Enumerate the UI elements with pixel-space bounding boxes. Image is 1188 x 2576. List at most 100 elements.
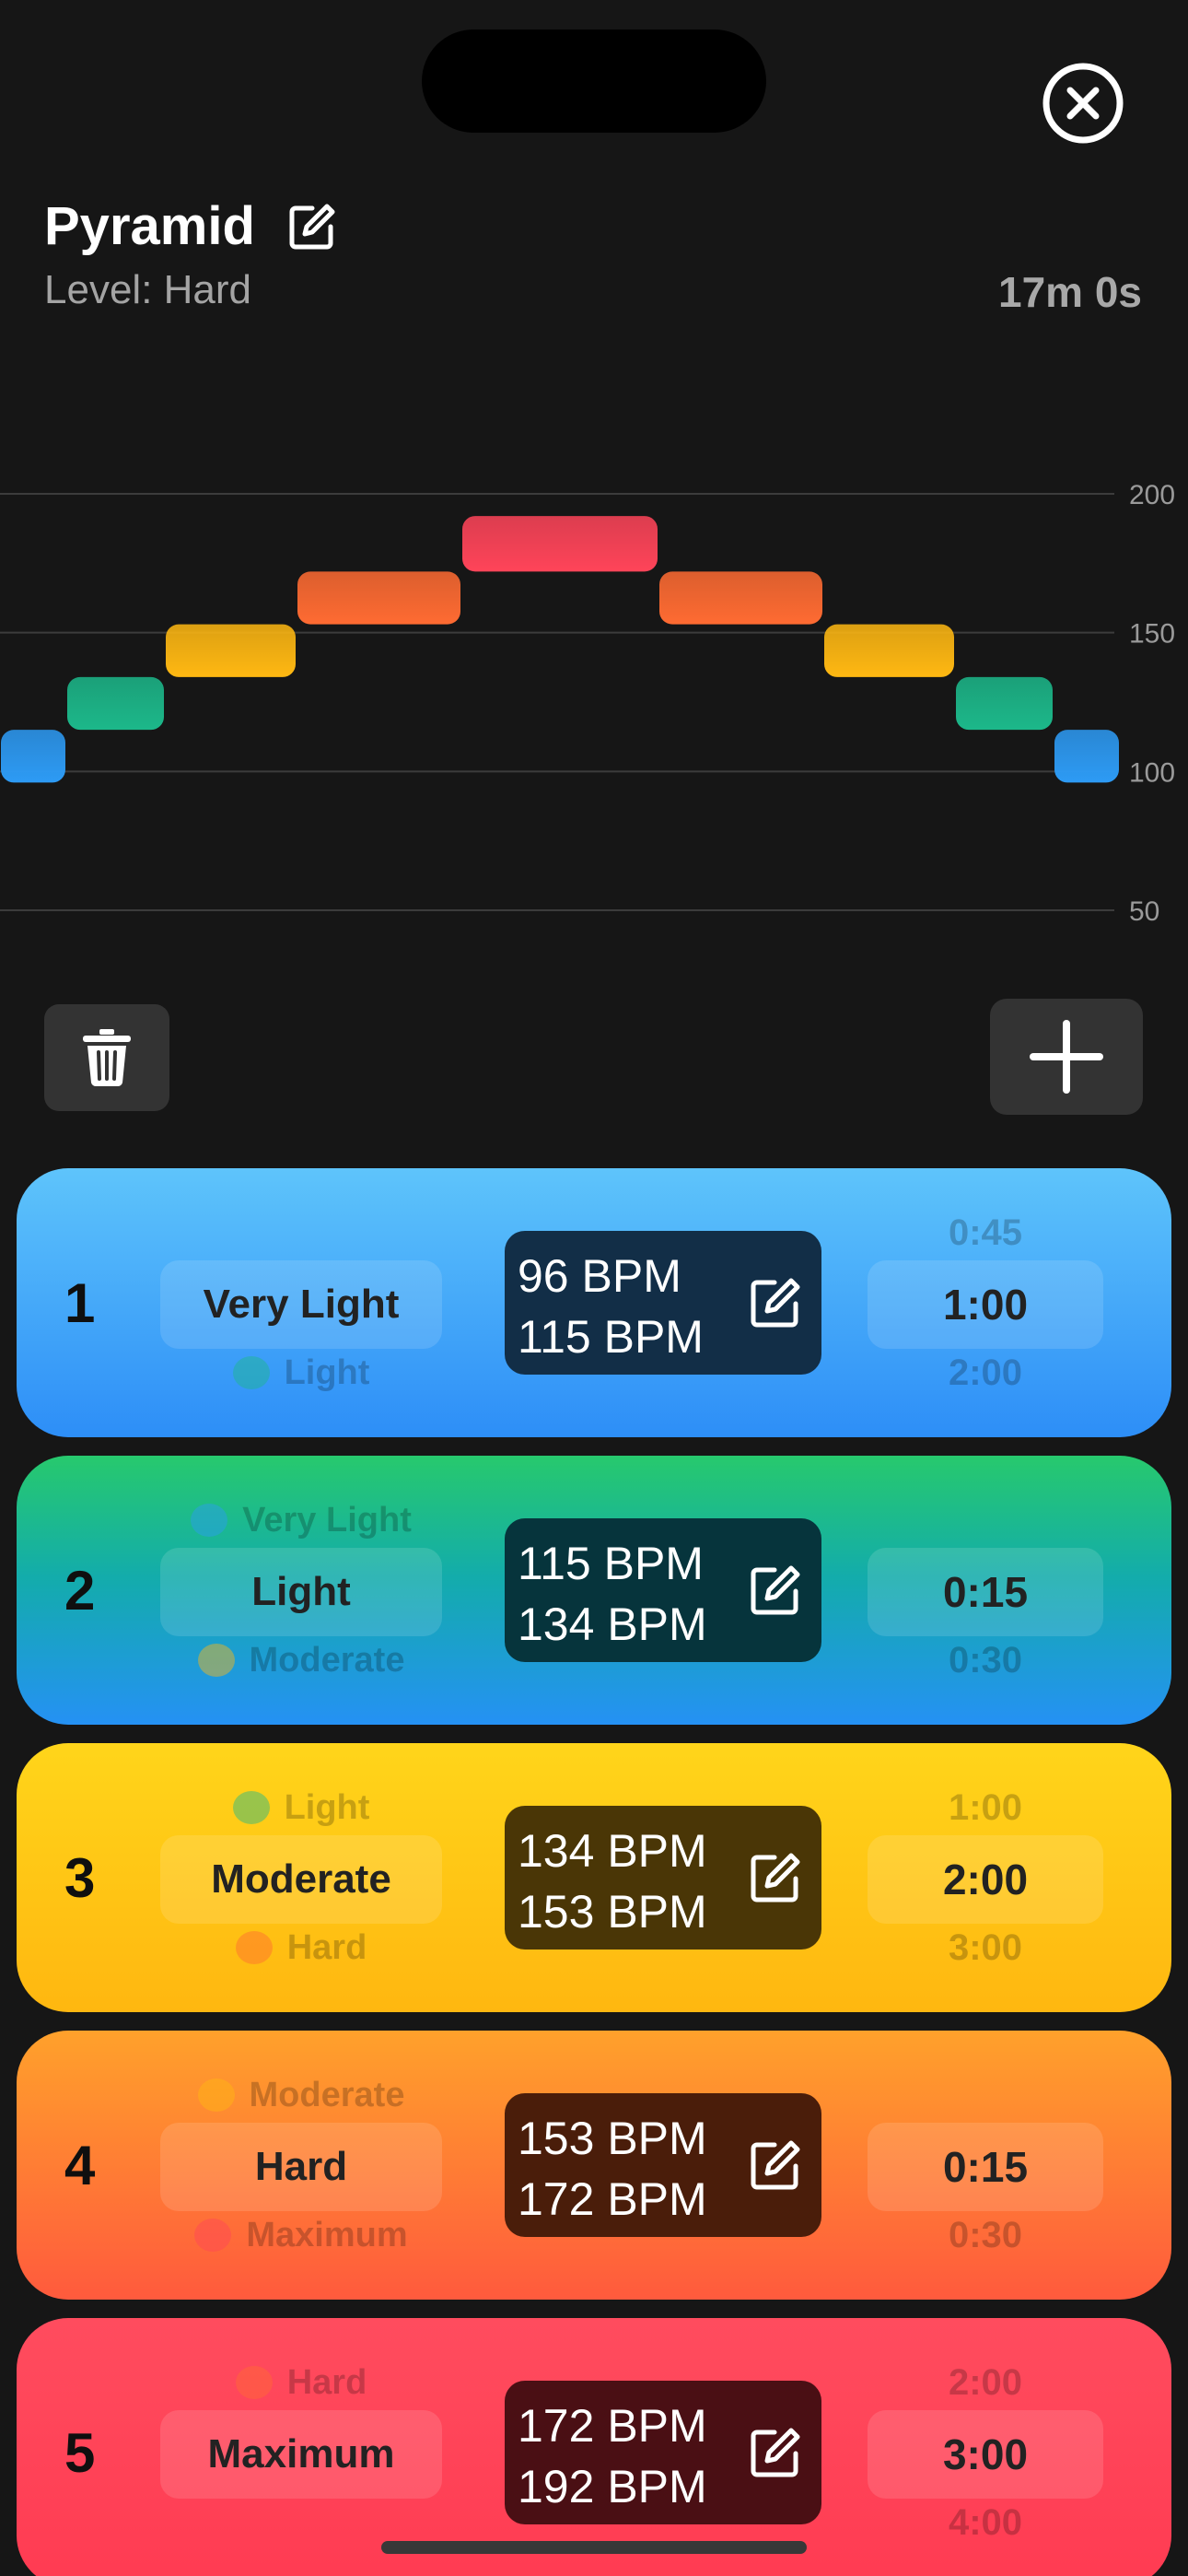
time-selected: 3:00: [942, 2430, 1029, 2478]
bpm-high: 153 BPM: [518, 1886, 707, 1938]
zone-option-label: Very Light: [242, 1500, 412, 1540]
bpm-range-button[interactable]: 172 BPM 192 BPM: [505, 2381, 821, 2524]
chart-y-tick-label: 200: [1129, 480, 1175, 510]
trash-icon: [83, 1029, 131, 1087]
edit-bpm-icon: [751, 1278, 800, 1328]
interval-number: 3: [64, 1846, 96, 1909]
zone-dot-icon: [197, 1644, 235, 1677]
edit-bpm-icon: [751, 1565, 800, 1615]
zone-option-above[interactable]: Light: [160, 1780, 442, 1835]
zone-dot-icon: [232, 1791, 270, 1824]
bpm-low: 115 BPM: [518, 1538, 704, 1589]
bpm-range-button[interactable]: 96 BPM 115 BPM: [505, 1231, 821, 1375]
time-option-above[interactable]: 0:45: [868, 1205, 1103, 1260]
plus-icon: [1030, 1020, 1103, 1094]
time-selected: 0:15: [942, 1568, 1029, 1616]
bpm-range-button[interactable]: 115 BPM 134 BPM: [505, 1518, 821, 1662]
interval-number: 4: [64, 2134, 96, 2196]
heart-rate-zone-chart: 200 150 100 50: [0, 480, 1175, 927]
interval-card[interactable]: 1 Very Light Light 96 BPM 115 BPM 0:45 1…: [17, 1168, 1171, 1437]
chart-y-tick-label: 100: [1129, 757, 1175, 788]
interval-number: 2: [64, 1559, 96, 1622]
zone-selected: Very Light: [203, 1282, 400, 1327]
bpm-range: 115 BPM 134 BPM: [518, 1533, 707, 1655]
interval-card[interactable]: 3 Light Moderate Hard 134 BPM 153 BPM 1:…: [17, 1743, 1171, 2012]
close-icon: [1042, 63, 1124, 144]
bpm-range: 134 BPM 153 BPM: [518, 1821, 707, 1942]
time-selected: 0:15: [942, 2143, 1029, 2191]
zone-option-above[interactable]: Moderate: [160, 2067, 442, 2123]
zone-option-label: Light: [284, 1352, 370, 1392]
time-selected: 2:00: [942, 1856, 1029, 1903]
time-option-below[interactable]: 4:00: [868, 2495, 1103, 2550]
bpm-range-button[interactable]: 153 BPM 172 BPM: [505, 2093, 821, 2237]
bpm-range: 153 BPM 172 BPM: [518, 2108, 707, 2230]
bpm-high: 192 BPM: [518, 2461, 707, 2512]
edit-title-icon[interactable]: [286, 201, 338, 252]
zone-selected: Hard: [254, 2144, 348, 2189]
zone-option-below[interactable]: Hard: [160, 1920, 442, 1975]
chart-bar-light: [956, 676, 1053, 731]
edit-bpm-icon: [751, 2428, 800, 2477]
interval-card[interactable]: 5 Hard Maximum 172 BPM 192 BPM 2:00 3:00…: [17, 2318, 1171, 2576]
chart-bar-moderate: [824, 624, 954, 677]
bpm-high: 134 BPM: [518, 1598, 707, 1650]
zone-dot-icon: [235, 1931, 273, 1964]
workout-title: Pyramid: [44, 196, 255, 256]
zone-option-below[interactable]: Moderate: [160, 1633, 442, 1688]
chart-bar-maximum: [462, 516, 658, 572]
chart-bar-very-light: [1054, 730, 1119, 783]
zone-option-below[interactable]: Light: [160, 1345, 442, 1400]
zone-selected: Maximum: [207, 2431, 395, 2476]
chart-bars: [1, 516, 1119, 783]
chart-bar-very-light: [1, 730, 65, 783]
delete-interval-button[interactable]: [44, 1004, 169, 1111]
interval-card[interactable]: 4 Moderate Hard Maximum 153 BPM 172 BPM …: [17, 2031, 1171, 2300]
total-duration: 17m 0s: [997, 268, 1142, 316]
chart-y-tick-label: 150: [1129, 619, 1175, 650]
time-option-below[interactable]: 3:00: [868, 1920, 1103, 1975]
zone-dot-icon: [232, 1356, 270, 1389]
bpm-high: 115 BPM: [518, 1311, 704, 1363]
chart-bar-light: [67, 676, 164, 731]
interval-card[interactable]: 2 Very Light Light Moderate 115 BPM 134 …: [17, 1456, 1171, 1725]
chart-bar-moderate: [166, 624, 296, 677]
time-option-below[interactable]: 2:00: [868, 1345, 1103, 1400]
time-option-below[interactable]: 0:30: [868, 1633, 1103, 1688]
chart-bar-hard: [297, 571, 460, 625]
bpm-range-button[interactable]: 134 BPM 153 BPM: [505, 1806, 821, 1950]
add-interval-button[interactable]: [990, 999, 1143, 1115]
bpm-range: 172 BPM 192 BPM: [518, 2395, 707, 2517]
bpm-low: 134 BPM: [518, 1825, 707, 1877]
zone-dot-icon: [235, 2366, 273, 2399]
bpm-high: 172 BPM: [518, 2173, 707, 2225]
dynamic-island: [422, 29, 766, 133]
close-button[interactable]: [1041, 61, 1125, 146]
workout-editor-screen: Pyramid Level: Hard 17m 0s 200 150 100 50 1…: [0, 0, 1188, 2576]
zone-dot-icon: [194, 2219, 232, 2252]
zone-selected: Light: [251, 1569, 351, 1614]
zone-option-label: Moderate: [249, 1640, 405, 1680]
zone-option-label: Hard: [286, 2362, 367, 2402]
bpm-range: 96 BPM 115 BPM: [518, 1246, 704, 1367]
edit-bpm-icon: [751, 2140, 800, 2190]
home-indicator: [381, 2541, 807, 2554]
zone-selected: Moderate: [211, 1856, 391, 1902]
title-row: Pyramid: [44, 195, 338, 257]
chart-bar-hard: [659, 571, 822, 625]
bpm-low: 96 BPM: [518, 1250, 681, 1302]
time-selected: 1:00: [942, 1281, 1029, 1329]
zone-dot-icon: [191, 1504, 228, 1537]
chart-y-tick-label: 50: [1129, 896, 1159, 927]
interval-number: 1: [64, 1271, 96, 1334]
zone-option-label: Hard: [286, 1927, 367, 1967]
zone-option-above[interactable]: Hard: [160, 2355, 442, 2410]
zone-option-below[interactable]: Maximum: [160, 2207, 442, 2263]
zone-option-label: Maximum: [246, 2215, 408, 2254]
time-option-below[interactable]: 0:30: [868, 2207, 1103, 2263]
time-option-above[interactable]: 1:00: [868, 1780, 1103, 1835]
time-option-above[interactable]: 2:00: [868, 2355, 1103, 2410]
edit-bpm-icon: [751, 1853, 800, 1903]
level-label: Level: Hard: [44, 267, 252, 312]
zone-option-above[interactable]: Very Light: [160, 1493, 442, 1548]
